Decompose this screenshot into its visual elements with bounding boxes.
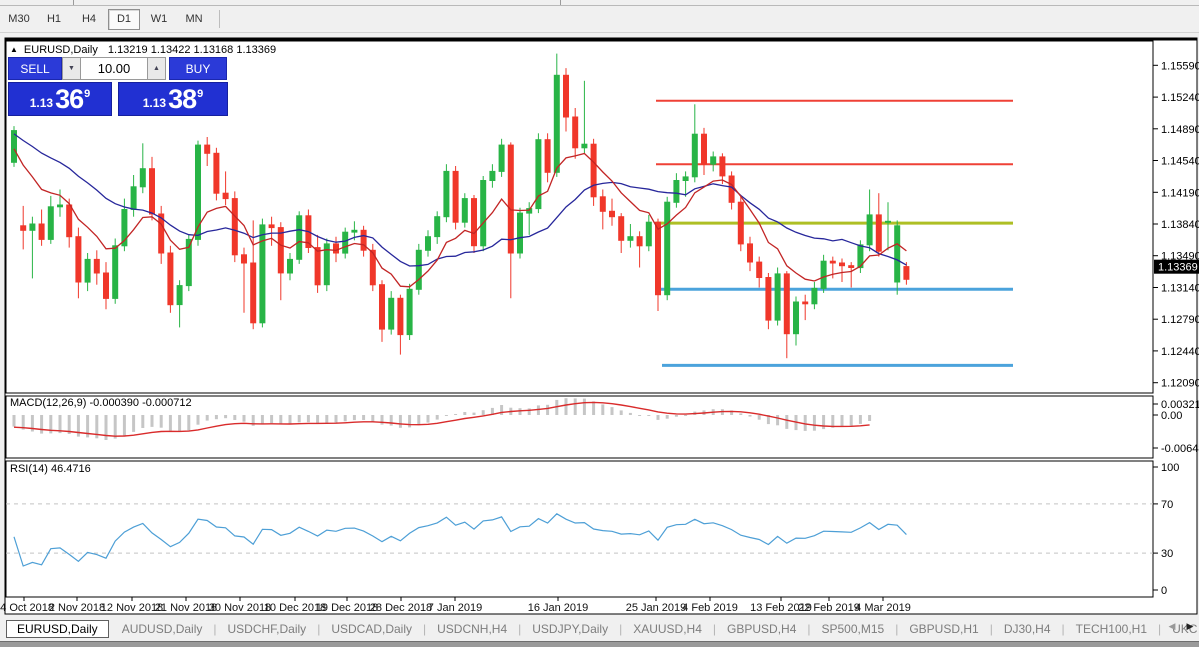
ask-price-panel[interactable]: 1.13 38 9 (118, 82, 228, 116)
chart-symbol-label: EURUSD,Daily (23, 44, 98, 56)
svg-text:100: 100 (1161, 462, 1179, 474)
tab-tech100-h1[interactable]: TECH100,H1 (1065, 620, 1158, 638)
svg-text:1.13140: 1.13140 (1161, 283, 1199, 295)
volume-decrease-button[interactable]: ▼ (62, 57, 81, 80)
mt4-terminal: M30 H1 H4 D1 W1 MN 1.15590 1.15240 1.14890 1.145… (0, 0, 1199, 647)
tab-gbpusd-h4[interactable]: GBPUSD,H4 (716, 620, 807, 638)
svg-text:-0.006485: -0.006485 (1161, 443, 1199, 455)
svg-text:2 Nov 2018: 2 Nov 2018 (49, 602, 105, 614)
tab-xauusd-h4[interactable]: XAUUSD,H4 (622, 620, 713, 638)
volume-input[interactable]: 10.00 (81, 57, 147, 80)
rsi-indicator-value: 46.4716 (50, 463, 91, 475)
spin-down-icon: ▼ (68, 65, 75, 72)
sell-button[interactable]: SELL (8, 57, 62, 80)
svg-text:70: 70 (1161, 499, 1173, 511)
svg-text:0.00: 0.00 (1161, 410, 1182, 422)
bid-price-panel[interactable]: 1.13 36 9 (8, 82, 112, 116)
bottom-scroll-strip[interactable] (0, 641, 1199, 647)
bid-price-pip: 9 (84, 88, 91, 100)
tab-eurusd-daily[interactable]: EURUSD,Daily (6, 620, 109, 638)
svg-text:4 Mar 2019: 4 Mar 2019 (855, 602, 911, 614)
tab-sp500-m15[interactable]: SP500,M15 (811, 620, 896, 638)
macd-pane-label: MACD(12,26,9) -0.000390 -0.000712 (10, 397, 192, 409)
chart-ohlc-values: 1.13219 1.13422 1.13168 1.13369 (107, 44, 277, 56)
tab-usdchf-daily[interactable]: USDCHF,Daily (217, 620, 318, 638)
svg-text:1.12790: 1.12790 (1161, 314, 1199, 326)
svg-text:1.14190: 1.14190 (1161, 187, 1199, 199)
volume-increase-button[interactable]: ▲ (147, 57, 166, 80)
svg-text:24 Oct 2018: 24 Oct 2018 (0, 602, 54, 614)
svg-text:0: 0 (1161, 585, 1167, 597)
macd-indicator-name: MACD(12,26,9) (10, 397, 87, 409)
one-click-trading-widget: SELL ▼ 10.00 ▲ BUY 1.13 36 9 1.13 38 9 (8, 57, 228, 116)
svg-text:7 Jan 2019: 7 Jan 2019 (428, 602, 482, 614)
tab-usdcad-daily[interactable]: USDCAD,Daily (320, 620, 423, 638)
svg-text:16 Jan 2019: 16 Jan 2019 (528, 602, 589, 614)
tab-usdcnh-h4[interactable]: USDCNH,H4 (426, 620, 518, 638)
tab-gbpusd-h1[interactable]: GBPUSD,H1 (898, 620, 989, 638)
svg-text:1.15240: 1.15240 (1161, 92, 1199, 104)
svg-text:30: 30 (1161, 548, 1173, 560)
svg-text:25 Jan 2019: 25 Jan 2019 (626, 602, 687, 614)
tab-scroll-left-icon[interactable]: ◀ (1166, 621, 1178, 632)
tab-scroll-right-icon[interactable]: ▶ (1184, 621, 1196, 632)
svg-text:4 Feb 2019: 4 Feb 2019 (682, 602, 738, 614)
spin-up-icon: ▲ (153, 65, 160, 72)
svg-text:22 Feb 2019: 22 Feb 2019 (798, 602, 860, 614)
symbol-direction-icon: ▲ (10, 44, 18, 54)
buy-button[interactable]: BUY (169, 57, 227, 80)
svg-text:1.12090: 1.12090 (1161, 378, 1199, 390)
chart-tab-bar: EURUSD,Daily AUDUSD,Daily | USDCHF,Daily | US… (0, 617, 1199, 641)
macd-indicator-values: -0.000390 -0.000712 (89, 397, 192, 409)
svg-text:28 Dec 2018: 28 Dec 2018 (370, 602, 432, 614)
chart-window (4, 37, 1198, 615)
current-price-marker: 1.13369 (1154, 259, 1199, 274)
svg-text:1.14540: 1.14540 (1161, 156, 1199, 168)
svg-text:1.13840: 1.13840 (1161, 219, 1199, 231)
bid-price-prefix: 1.13 (29, 96, 54, 110)
svg-text:1.14890: 1.14890 (1161, 124, 1199, 136)
svg-text:30 Nov 2018: 30 Nov 2018 (209, 602, 271, 614)
chart-title: ▲ EURUSD,Daily 1.13219 1.13422 1.13168 1… (10, 44, 276, 56)
ask-price-big: 38 (168, 84, 197, 114)
rsi-indicator-name: RSI(14) (10, 463, 48, 475)
ask-price-prefix: 1.13 (142, 96, 167, 110)
svg-text:1.12440: 1.12440 (1161, 346, 1199, 358)
bid-price-big: 36 (55, 84, 84, 114)
tab-dj30-h4[interactable]: DJ30,H4 (993, 620, 1062, 638)
svg-text:1.15590: 1.15590 (1161, 60, 1199, 72)
tab-audusd-daily[interactable]: AUDUSD,Daily (111, 620, 214, 638)
svg-text:1.13369: 1.13369 (1158, 262, 1198, 274)
rsi-pane-label: RSI(14) 46.4716 (10, 463, 91, 475)
ask-price-pip: 9 (197, 88, 204, 100)
tab-usdjpy-daily[interactable]: USDJPY,Daily (521, 620, 619, 638)
